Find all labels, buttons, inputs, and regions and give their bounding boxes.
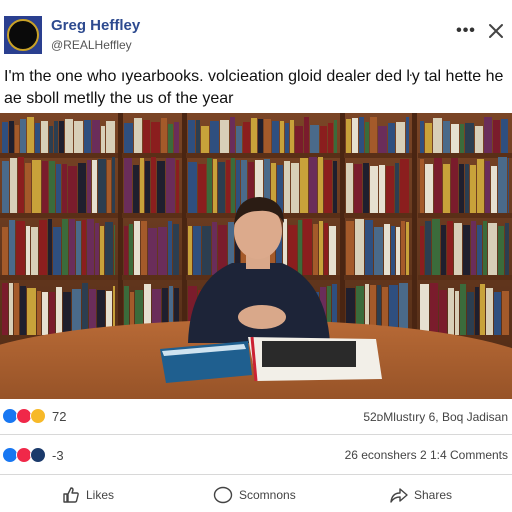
divider <box>0 434 512 435</box>
post-photo[interactable] <box>0 113 512 399</box>
comment-button[interactable]: Scomnons <box>213 484 296 506</box>
author-name[interactable]: Greg Heffley <box>51 17 140 34</box>
thumbs-up-icon <box>63 487 79 503</box>
like-button[interactable]: Likes <box>62 484 114 506</box>
reactions-summary-secondary[interactable]: -3 26 econshers 2 1:4 Comments <box>0 441 512 469</box>
care-reaction-icon <box>30 447 46 463</box>
library-photo-art <box>0 113 512 399</box>
post-text: I'm the one who ıyearbooks. volcieation … <box>4 68 504 107</box>
action-bar: Likes Scomnons Shares <box>0 478 512 510</box>
avatar[interactable] <box>4 16 42 54</box>
like-label: Likes <box>86 488 115 502</box>
post-header: Greg Heffley @REALHeffley ••• <box>0 0 512 62</box>
haha-reaction-icon <box>30 408 46 424</box>
social-post: Greg Heffley @REALHeffley ••• I'm the on… <box>0 0 512 512</box>
reaction-count[interactable]: 72 <box>52 409 66 424</box>
author-handle[interactable]: @REALHeffley <box>51 38 132 52</box>
comment-icon <box>213 486 233 504</box>
share-icon <box>390 488 408 503</box>
comment-label: Scomnons <box>239 488 296 502</box>
share-button[interactable]: Shares <box>390 484 452 506</box>
divider <box>0 474 512 475</box>
close-icon[interactable] <box>485 20 507 42</box>
share-label: Shares <box>414 488 453 502</box>
post-meta: 52ᴅMlustıry 6, Boq Jadisan <box>363 410 508 424</box>
comments-count[interactable]: 26 econshers 2 1:4 Comments <box>345 448 508 462</box>
reactions-summary[interactable]: 72 52ᴅMlustıry 6, Boq Jadisan <box>0 402 512 430</box>
reaction-count-secondary[interactable]: -3 <box>52 448 64 463</box>
more-options-button[interactable]: ••• <box>454 21 478 41</box>
